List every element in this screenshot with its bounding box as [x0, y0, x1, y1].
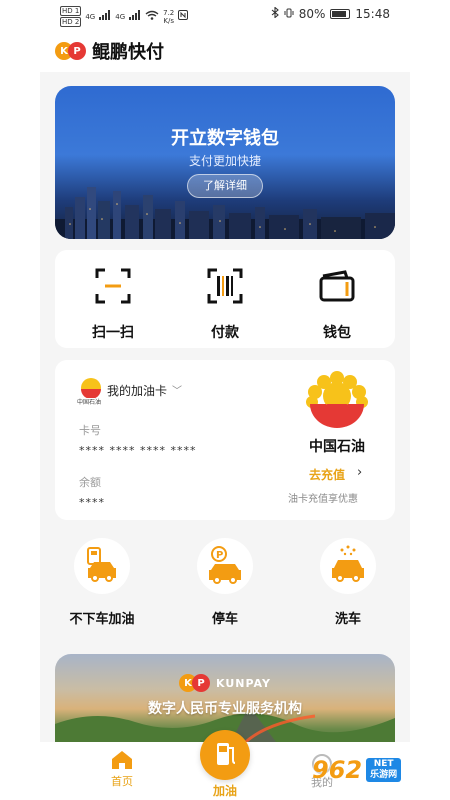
scan-label: 扫一扫 [92, 325, 134, 341]
banner-title: 开立数字钱包 [171, 128, 279, 149]
cnpc-brand-name: 中国石油 [309, 439, 365, 455]
promo-logo-mark: K P [179, 674, 210, 692]
clock: 15:48 [355, 7, 390, 21]
car-wash-icon [320, 538, 376, 594]
net-speed-value: 7.2 [163, 8, 175, 17]
barcode-icon [207, 268, 243, 304]
pay-button[interactable]: 付款 [185, 266, 265, 342]
status-right: 80% 15:48 [271, 6, 390, 21]
home-icon [112, 751, 132, 769]
app-title: 鲲鹏快付 [92, 42, 164, 63]
vibrate-icon [284, 7, 294, 21]
battery-icon [330, 9, 351, 19]
status-left: HD 1 HD 2 4G 4G 7.2 K/s [60, 6, 189, 27]
main-content[interactable]: 开立数字钱包 支付更加快捷 了解详细 扫一扫 付款 钱包 中国石油 我的加油卡 … [40, 72, 410, 742]
sim1-badge: HD 1 [60, 6, 82, 16]
fuel-pump-icon [200, 730, 250, 780]
status-bar: HD 1 HD 2 4G 4G 7.2 K/s 80% 15:48 [0, 0, 450, 30]
tab-fuel-label: 加油 [212, 784, 237, 798]
car-wash-label: 洗车 [334, 612, 361, 627]
scan-button[interactable]: 扫一扫 [73, 266, 153, 342]
sim2-badge: HD 2 [60, 17, 82, 27]
battery-percent: 80% [298, 7, 326, 21]
wallet-icon [319, 270, 355, 302]
parking-car-icon: P [197, 538, 253, 594]
nfc-icon [178, 10, 189, 23]
watermark-number: 962 [312, 756, 363, 784]
wifi-icon [145, 10, 159, 23]
promo-logo-p: P [192, 674, 210, 692]
learn-more-button[interactable]: 了解详细 [187, 174, 263, 198]
net-speed-unit: K/s [163, 16, 174, 25]
watermark-net: NET [373, 759, 394, 769]
svg-text:P: P [216, 550, 223, 561]
watermark-badge: NET 乐游网 [366, 758, 402, 782]
drive-thru-fuel-label: 不下车加油 [69, 612, 135, 627]
drive-thru-fuel-button[interactable]: 不下车加油 [57, 538, 147, 627]
cnpc-logo [306, 371, 368, 428]
parking-label: 停车 [211, 612, 238, 627]
watermark-cn: 乐游网 [370, 770, 398, 780]
app-logo: K P [55, 42, 86, 60]
wallet-label: 钱包 [323, 325, 351, 341]
parking-button[interactable]: P 停车 [180, 538, 270, 627]
signal2-label: 4G [115, 12, 126, 21]
promo-title: 数字人民币专业服务机构 [148, 701, 302, 717]
card-number-value: **** **** **** **** [79, 444, 197, 457]
sim-indicators: HD 1 HD 2 [60, 6, 82, 27]
card-number-label: 卡号 [79, 424, 101, 437]
tab-home-label: 首页 [111, 775, 133, 788]
app-header: K P 鲲鹏快付 [55, 38, 164, 64]
tab-fuel[interactable]: 加油 [198, 730, 252, 799]
scan-icon [95, 268, 131, 304]
chevron-down-icon[interactable]: ﹀ [172, 382, 182, 397]
signal1-icon [99, 10, 111, 23]
balance-value: **** [79, 496, 105, 509]
balance-label: 余额 [79, 476, 101, 489]
bluetooth-icon [271, 6, 279, 21]
fuel-card-title[interactable]: 我的加油卡 [107, 382, 167, 399]
fuel-card[interactable]: 中国石油 我的加油卡 ﹀ 卡号 **** **** **** **** 余额 *… [55, 360, 395, 520]
kunpay-text: KUNPAY [216, 676, 271, 690]
cnpc-small-label: 中国石油 [77, 399, 102, 406]
pay-label: 付款 [211, 325, 239, 341]
gas-car-icon [74, 538, 130, 594]
wallet-button[interactable]: 钱包 [297, 266, 377, 342]
signal2-icon [129, 10, 141, 23]
banner-subtitle: 支付更加快捷 [188, 154, 261, 168]
quick-actions: 扫一扫 付款 钱包 [55, 250, 395, 348]
car-wash-button[interactable]: 洗车 [303, 538, 393, 627]
logo-p: P [68, 42, 86, 60]
recharge-tip: 油卡充值享优惠 [288, 494, 358, 505]
digital-wallet-banner[interactable]: 开立数字钱包 支付更加快捷 了解详细 [55, 86, 395, 239]
signal1-label: 4G [85, 12, 96, 21]
net-speed: 7.2 K/s [163, 9, 174, 25]
tab-home[interactable]: 首页 [102, 750, 142, 789]
cnpc-logo-small [81, 378, 101, 398]
recharge-link[interactable]: 去充值 [309, 466, 345, 483]
kunpay-logo: K P KUNPAY [179, 674, 271, 692]
watermark: 962 NET 乐游网 [312, 756, 402, 784]
chevron-right-icon[interactable]: › [357, 465, 362, 480]
kunpay-promo-banner[interactable]: K P KUNPAY 数字人民币专业服务机构 [55, 654, 395, 742]
